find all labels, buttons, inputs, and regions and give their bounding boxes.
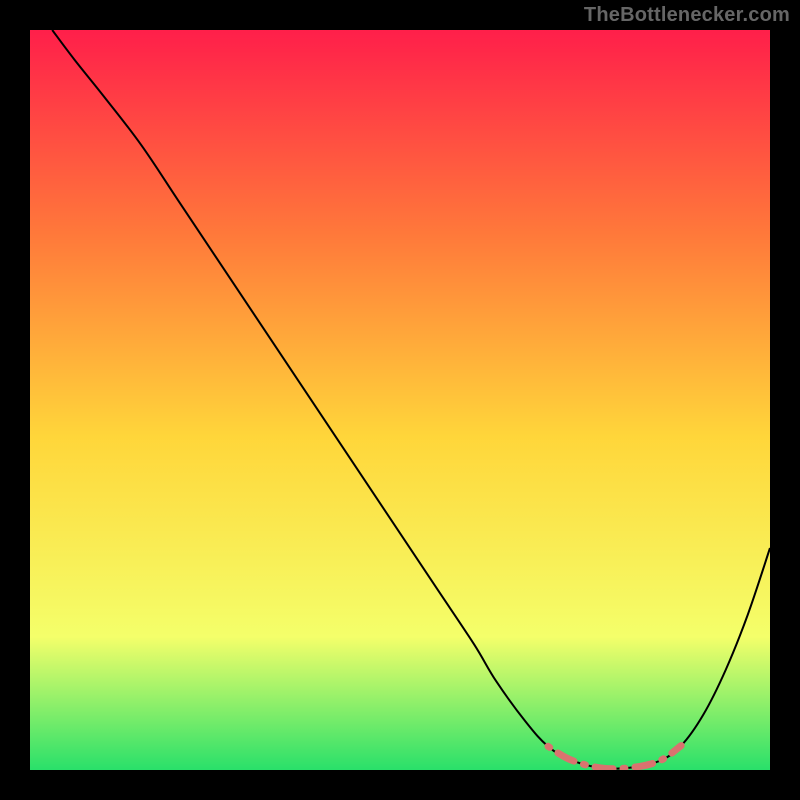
gradient-background xyxy=(30,30,770,770)
chart-frame: TheBottlenecker.com xyxy=(0,0,800,800)
watermark-text: TheBottlenecker.com xyxy=(584,4,790,27)
bottleneck-chart xyxy=(30,30,770,770)
plot-area xyxy=(30,30,770,770)
